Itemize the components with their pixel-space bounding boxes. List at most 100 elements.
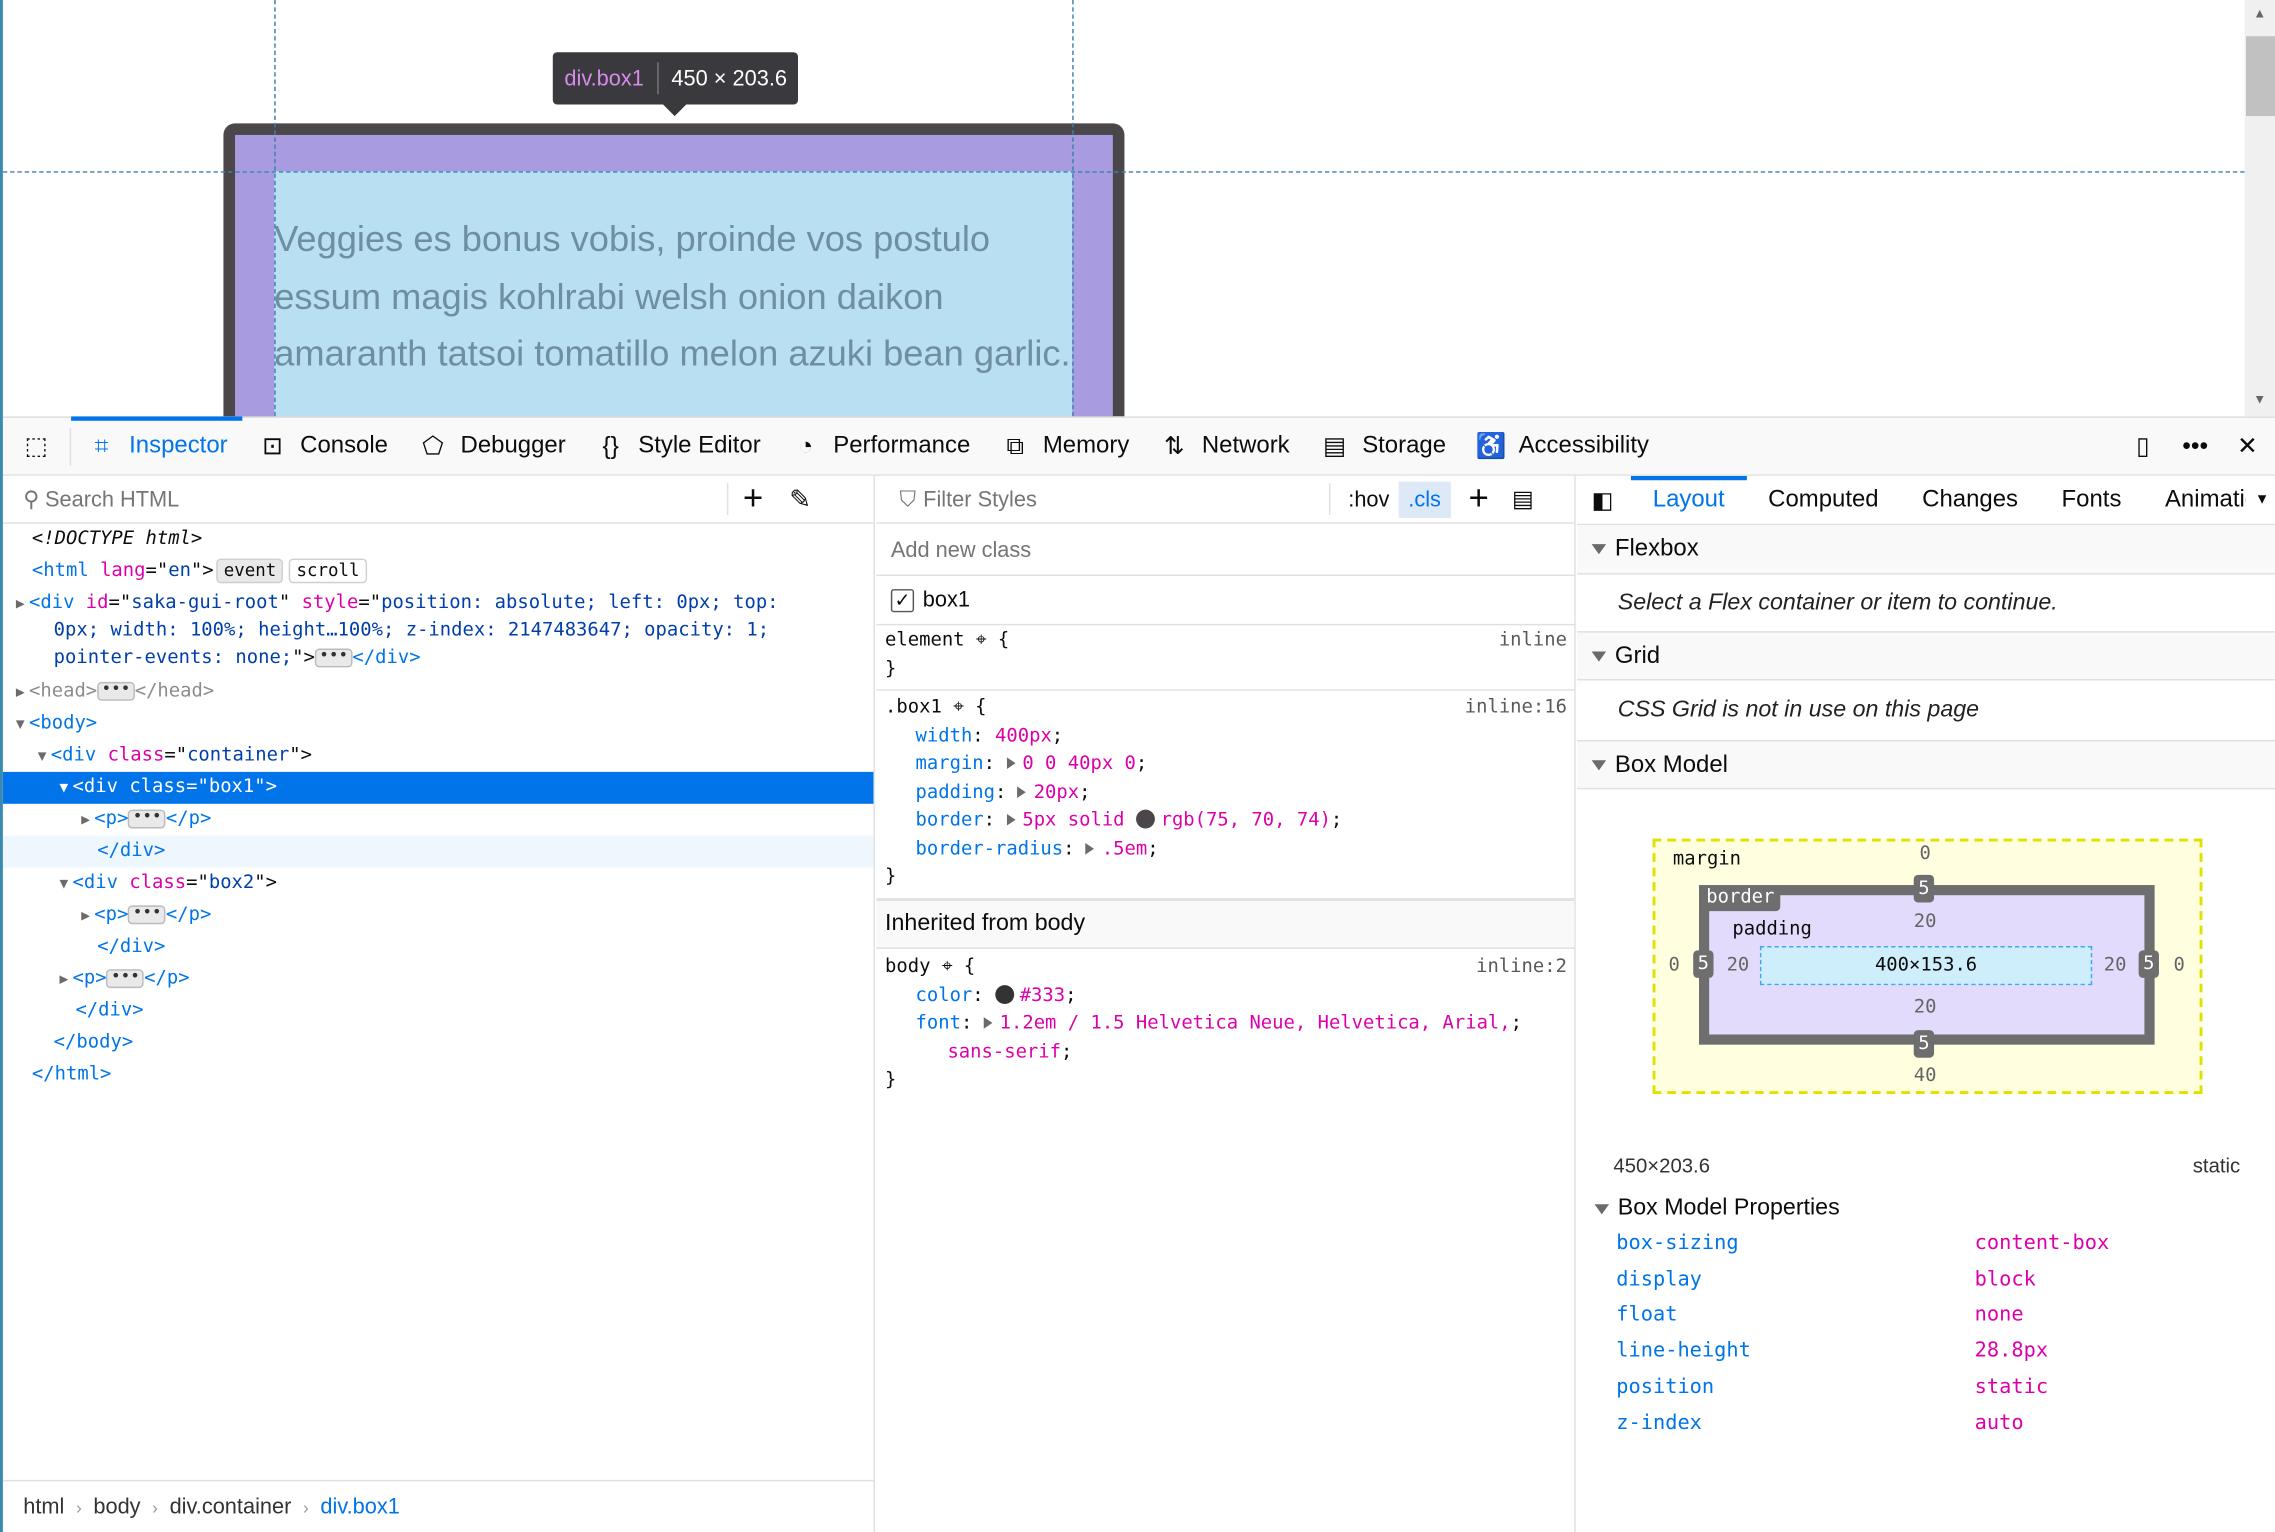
markup-node-row[interactable]: </html> bbox=[3, 1059, 874, 1091]
rule-source[interactable]: inline:16 bbox=[1465, 694, 1567, 722]
property-value[interactable]: .5em bbox=[1102, 838, 1147, 860]
margin-right[interactable]: 0 bbox=[2173, 955, 2184, 977]
property-name[interactable]: margin bbox=[916, 753, 984, 775]
sidebar-tab-layout[interactable]: Layout bbox=[1630, 475, 1746, 524]
hov-toggle[interactable]: :hov bbox=[1340, 487, 1399, 512]
collapsed-twisty-icon[interactable]: ▶ bbox=[77, 901, 94, 933]
collapsed-content-button[interactable]: ••• bbox=[128, 904, 166, 925]
tab-inspector[interactable]: ⌗ Inspector bbox=[71, 415, 242, 475]
add-rule-icon[interactable]: + bbox=[1468, 479, 1488, 520]
markup-node-row[interactable]: ▼ <div class="box2"> bbox=[3, 868, 874, 900]
breadcrumb-item[interactable]: div.container bbox=[170, 1494, 292, 1519]
declaration[interactable]: color: #333; bbox=[885, 982, 1574, 1010]
element-pick-icon[interactable]: ⌖ bbox=[953, 696, 964, 718]
color-swatch[interactable] bbox=[1135, 809, 1155, 829]
padding-bottom[interactable]: 20 bbox=[1914, 997, 1937, 1019]
event-badge[interactable]: event bbox=[216, 558, 284, 584]
property-value[interactable]: 0 0 40px 0 bbox=[1022, 753, 1136, 775]
markup-node-row[interactable]: ▼ <div class="container"> bbox=[3, 740, 874, 772]
markup-node-row[interactable]: ▶ <p> ••• </p> bbox=[3, 963, 874, 995]
tabs-overflow-icon[interactable]: ▼ bbox=[2246, 492, 2275, 508]
markup-node-row[interactable]: </div> bbox=[2, 835, 874, 868]
markup-node-row[interactable]: ▼ <div class="box1"> bbox=[2, 771, 874, 805]
expanded-twisty-icon[interactable]: ▼ bbox=[33, 741, 50, 773]
property-value[interactable]: rgb(75, 70, 74) bbox=[1161, 810, 1331, 832]
toggle-sidebar-icon[interactable]: ◧ bbox=[1577, 485, 1631, 514]
sidebar-tab-fonts[interactable]: Fonts bbox=[2040, 476, 2143, 524]
property-name[interactable]: border bbox=[916, 810, 984, 832]
element-pick-icon[interactable]: ⌖ bbox=[976, 630, 987, 652]
expand-triangle-icon[interactable] bbox=[983, 1017, 993, 1029]
expand-triangle-icon[interactable] bbox=[1006, 813, 1016, 826]
property-value[interactable]: 5px solid bbox=[1022, 810, 1124, 832]
element-pick-icon[interactable]: ⌖ bbox=[942, 956, 953, 978]
close-icon[interactable]: ✕ bbox=[2231, 430, 2263, 462]
sidebar-tab-animatio[interactable]: Animatio bbox=[2143, 476, 2246, 524]
padding-top[interactable]: 20 bbox=[1914, 911, 1937, 933]
declaration[interactable]: width: 400px; bbox=[885, 722, 1574, 750]
property-name[interactable]: width bbox=[916, 725, 973, 747]
markup-node-row[interactable]: ▶ <head> ••• </head> bbox=[3, 676, 874, 708]
property-name[interactable]: color bbox=[916, 984, 973, 1006]
sidebar-tab-computed[interactable]: Computed bbox=[1746, 476, 1900, 524]
markup-node-row[interactable]: ▼ <body> bbox=[3, 708, 874, 740]
expanded-twisty-icon[interactable]: ▼ bbox=[55, 869, 72, 901]
property-name[interactable]: font bbox=[916, 1013, 961, 1035]
responsive-design-icon[interactable]: ▯ bbox=[2127, 430, 2159, 462]
property-value[interactable]: 20px bbox=[1034, 781, 1079, 803]
expand-triangle-icon[interactable] bbox=[1006, 757, 1016, 769]
markup-node-row[interactable]: ▶ <p> ••• </p> bbox=[3, 900, 874, 932]
collapsed-content-button[interactable]: ••• bbox=[106, 968, 145, 989]
markup-node-row[interactable]: </div> bbox=[3, 995, 874, 1027]
markup-node-row[interactable]: ▶ <p> ••• </p> bbox=[3, 804, 874, 836]
search-html-input[interactable] bbox=[44, 486, 727, 512]
property-value[interactable]: sans-serif bbox=[947, 1041, 1061, 1063]
collapsed-twisty-icon[interactable]: ▶ bbox=[55, 965, 72, 997]
scroll-badge[interactable]: scroll bbox=[289, 558, 367, 584]
add-node-icon[interactable]: + bbox=[743, 479, 763, 520]
breadcrumb-item[interactable]: html bbox=[23, 1494, 64, 1519]
flexbox-section-header[interactable]: Flexbox bbox=[1577, 525, 2275, 575]
margin-left[interactable]: 0 bbox=[1669, 955, 1680, 977]
boxmodel-section-header[interactable]: Box Model bbox=[1577, 739, 2275, 790]
declaration[interactable]: font: 1.2em / 1.5 Helvetica Neue, Helvet… bbox=[885, 1010, 1574, 1038]
tab-accessibility[interactable]: ♿ Accessibility bbox=[1461, 417, 1664, 475]
expanded-twisty-icon[interactable]: ▼ bbox=[55, 773, 72, 805]
tab-performance[interactable]: ◔ Performance bbox=[775, 417, 985, 475]
margin-bottom[interactable]: 40 bbox=[1914, 1065, 1937, 1087]
collapsed-twisty-icon[interactable]: ▶ bbox=[77, 805, 94, 837]
grid-section-header[interactable]: Grid bbox=[1577, 631, 2275, 681]
property-value[interactable]: #333 bbox=[1020, 984, 1065, 1006]
declaration[interactable]: padding: 20px; bbox=[885, 778, 1574, 806]
markup-node-row[interactable]: pointer-events: none;"> ••• </div> bbox=[3, 643, 874, 675]
breadcrumb-item[interactable]: body bbox=[93, 1494, 140, 1519]
expand-triangle-icon[interactable] bbox=[1017, 785, 1027, 798]
tab-debugger[interactable]: ⬠ Debugger bbox=[403, 417, 581, 475]
markup-node-row[interactable]: <html lang="en"> event scroll bbox=[3, 556, 874, 588]
property-name[interactable]: padding bbox=[916, 781, 996, 803]
markup-node-row[interactable]: <!DOCTYPE html> bbox=[3, 524, 874, 556]
margin-top[interactable]: 0 bbox=[1920, 843, 1931, 865]
tab-storage[interactable]: ▤ Storage bbox=[1304, 417, 1460, 475]
cls-toggle[interactable]: .cls bbox=[1398, 480, 1452, 518]
print-simulation-icon[interactable]: ▤ bbox=[1512, 485, 1534, 514]
collapsed-content-button[interactable]: ••• bbox=[128, 808, 166, 829]
tab-memory[interactable]: ⧉ Memory bbox=[985, 417, 1144, 475]
declaration[interactable]: border: 5px solid rgb(75, 70, 74); bbox=[885, 807, 1574, 835]
padding-left[interactable]: 20 bbox=[1727, 955, 1750, 977]
more-options-icon[interactable]: ••• bbox=[2179, 430, 2211, 462]
declaration[interactable]: margin: 0 0 40px 0; bbox=[885, 750, 1574, 778]
property-name[interactable]: border-radius bbox=[916, 838, 1064, 860]
tab-network[interactable]: ⇅ Network bbox=[1144, 417, 1304, 475]
tab-style-editor[interactable]: {} Style Editor bbox=[580, 417, 775, 475]
collapsed-content-button[interactable]: ••• bbox=[314, 647, 353, 668]
markup-node-row[interactable]: </div> bbox=[3, 931, 874, 963]
collapsed-twisty-icon[interactable]: ▶ bbox=[12, 678, 29, 710]
expand-triangle-icon[interactable] bbox=[1085, 842, 1095, 854]
rule-source[interactable]: inline bbox=[1499, 627, 1567, 655]
border-top[interactable]: 5 bbox=[1913, 874, 1935, 903]
scroll-up-icon[interactable]: ▲ bbox=[2253, 6, 2266, 21]
property-value[interactable]: 400px bbox=[995, 725, 1052, 747]
tab-console[interactable]: ⊡ Console bbox=[242, 417, 402, 475]
declaration[interactable]: border-radius: .5em; bbox=[885, 835, 1574, 863]
